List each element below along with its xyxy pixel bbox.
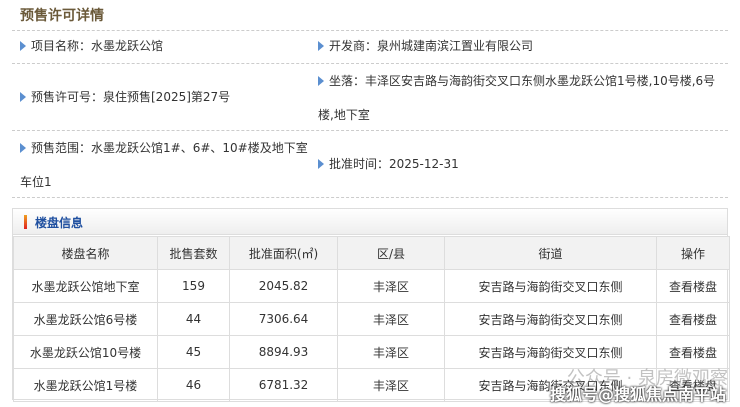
cell-units: 44 [157, 302, 230, 336]
cell-area: 6781.32 [229, 368, 338, 402]
cell-units: 159 [157, 269, 230, 303]
arrow-icon [20, 92, 26, 102]
cell-district: 丰泽区 [337, 335, 445, 369]
field-project: 项目名称：水墨龙跃公馆 [20, 30, 163, 62]
location: 坐落：丰泽区安吉路与海韵街交叉口东侧水墨龙跃公馆1号楼,10号楼,6号楼,地下室 [318, 74, 716, 122]
col-header: 操作 [656, 236, 730, 270]
watermark: 搜狐号@搜狐焦点南平站 [549, 385, 726, 404]
field-developer: 开发商：泉州城建南滨江置业有限公司 [318, 30, 533, 62]
developer: 开发商：泉州城建南滨江置业有限公司 [329, 39, 534, 53]
presale-scope: 预售范围：水墨龙跃公馆1#、6#、10#楼及地下室车位1 [20, 141, 308, 189]
cell-street: 安吉路与海韵街交叉口东侧 [444, 269, 657, 303]
col-header: 街道 [444, 236, 657, 270]
col-header: 批售套数 [157, 236, 230, 270]
field-approval: 批准时间：2025-12-31 [318, 148, 459, 180]
cell-units: 45 [157, 335, 230, 369]
arrow-icon [318, 159, 324, 169]
arrow-icon [318, 76, 324, 86]
cell-street: 安吉路与海韵街交叉口东侧 [444, 302, 657, 336]
cell-name: 水墨龙跃公馆10号楼 [13, 335, 158, 369]
col-header: 楼盘名称 [13, 236, 158, 270]
divider [12, 197, 728, 198]
table-header-row: 楼盘名称 批售套数 批准面积(㎡) 区/县 街道 操作 [13, 236, 730, 270]
cell-district: 丰泽区 [337, 302, 445, 336]
cell-area: 2045.82 [229, 269, 338, 303]
field-permit: 预售许可号：泉住预售[2025]第27号 [20, 81, 230, 113]
cell-district: 丰泽区 [337, 269, 445, 303]
cell-units: 46 [157, 368, 230, 402]
cell-area: 7306.64 [229, 302, 338, 336]
view-building-link[interactable]: 查看楼盘 [656, 302, 730, 336]
cell-area: 8894.93 [229, 335, 338, 369]
view-building-link[interactable]: 查看楼盘 [656, 269, 730, 303]
field-scope: 预售范围：水墨龙跃公馆1#、6#、10#楼及地下室车位1 [20, 131, 310, 199]
cell-name: 水墨龙跃公馆地下室 [13, 269, 158, 303]
approval-date: 批准时间：2025-12-31 [329, 157, 459, 171]
panel-header: 楼盘信息 [13, 209, 727, 235]
arrow-icon [20, 143, 26, 153]
cell-name: 水墨龙跃公馆1号楼 [13, 368, 158, 402]
arrow-icon [20, 41, 26, 51]
col-header: 批准面积(㎡) [229, 236, 338, 270]
table-row: 水墨龙跃公馆6号楼 44 7306.64 丰泽区 安吉路与海韵街交叉口东侧 查看楼盘 [13, 302, 730, 336]
page-title: 预售许可详情 [20, 8, 104, 24]
arrow-icon [318, 41, 324, 51]
project-name: 项目名称：水墨龙跃公馆 [31, 39, 164, 53]
table-row: 水墨龙跃公馆地下室 159 2045.82 丰泽区 安吉路与海韵街交叉口东侧 查看楼盘 [13, 269, 730, 303]
panel-title: 楼盘信息 [35, 216, 84, 230]
permit-number: 预售许可号：泉住预售[2025]第27号 [31, 90, 231, 104]
accent-bar [24, 215, 27, 229]
col-header: 区/县 [337, 236, 445, 270]
field-location: 坐落：丰泽区安吉路与海韵街交叉口东侧水墨龙跃公馆1号楼,10号楼,6号楼,地下室 [318, 64, 726, 132]
cell-name: 水墨龙跃公馆6号楼 [13, 302, 158, 336]
cell-district: 丰泽区 [337, 368, 445, 402]
